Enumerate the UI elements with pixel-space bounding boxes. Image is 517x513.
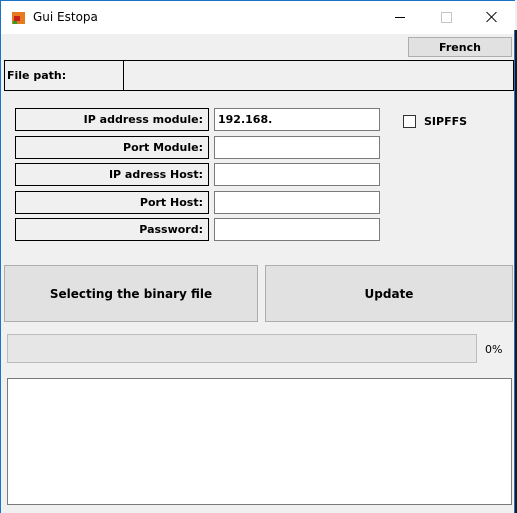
log-output[interactable]	[7, 378, 512, 505]
app-icon	[12, 12, 25, 24]
sipffs-label[interactable]: SIPFFS	[424, 115, 467, 128]
minimize-icon	[395, 16, 405, 18]
window-title: Gui Estopa	[33, 10, 98, 24]
file-path-panel: File path:	[4, 60, 514, 91]
sipffs-option[interactable]: SIPFFS	[403, 114, 467, 128]
password-input[interactable]	[214, 218, 380, 241]
update-button[interactable]: Update	[265, 265, 513, 322]
ip-module-label: IP address module:	[15, 108, 209, 131]
select-binary-file-button[interactable]: Selecting the binary file	[4, 265, 258, 322]
main-window: Gui Estopa French File path: IP address …	[0, 0, 515, 513]
password-label: Password:	[15, 218, 209, 241]
maximize-icon	[440, 11, 452, 23]
port-module-input[interactable]	[214, 136, 380, 159]
ip-host-label: IP adress Host:	[15, 163, 209, 186]
maximize-button[interactable]	[423, 1, 469, 33]
port-module-label: Port Module:	[15, 136, 209, 159]
ip-host-input[interactable]	[214, 163, 380, 186]
close-icon	[486, 11, 498, 23]
language-button[interactable]: French	[408, 37, 512, 57]
minimize-button[interactable]	[377, 1, 423, 33]
title-bar[interactable]: Gui Estopa	[1, 1, 515, 34]
sipffs-checkbox[interactable]	[403, 114, 416, 128]
port-host-label: Port Host:	[15, 191, 209, 214]
close-button[interactable]	[469, 1, 515, 33]
progress-bar	[7, 334, 477, 363]
port-host-input[interactable]	[214, 191, 380, 214]
file-path-label: File path:	[5, 61, 124, 90]
progress-percent: 0%	[485, 343, 503, 356]
file-path-value	[125, 61, 513, 90]
ip-module-input[interactable]	[214, 108, 380, 131]
